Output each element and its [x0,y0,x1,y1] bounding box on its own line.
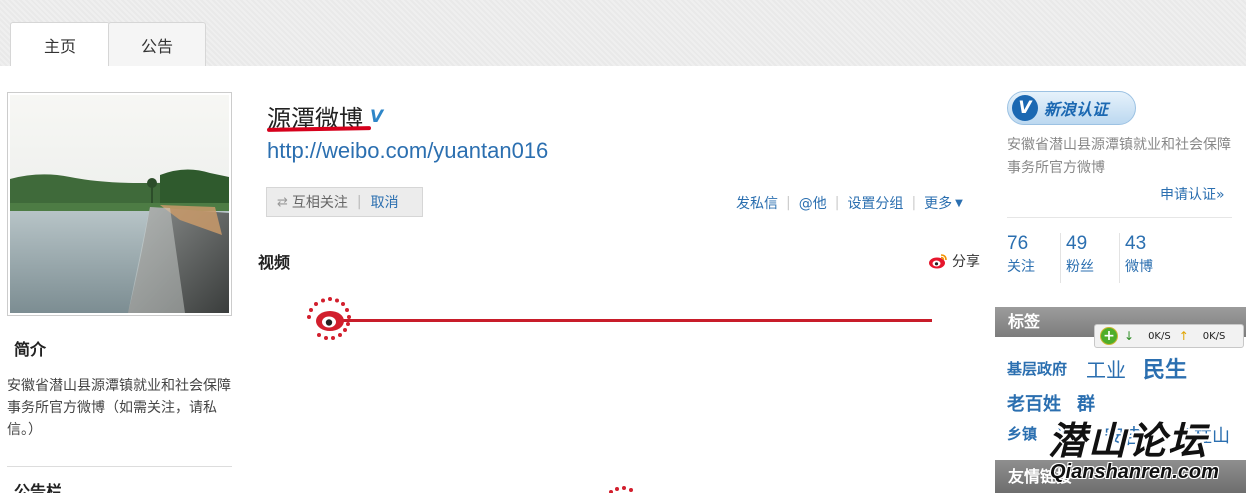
download-arrow-icon: ↓ [1124,329,1135,343]
follow-separator: | [356,194,362,210]
upload-speed: 0K/S [1202,330,1226,342]
profile-photo[interactable] [7,92,232,316]
tag-link[interactable]: 基层政府 [1007,358,1067,379]
mention-button[interactable]: @他 [799,193,827,213]
stat-number: 49 [1066,233,1088,254]
share-button[interactable]: 分享 [928,251,980,271]
more-button[interactable]: 更多 [924,193,952,213]
share-label: 分享 [952,254,980,270]
upload-arrow-icon: ↑ [1178,329,1189,343]
cancel-follow-button[interactable]: 取消 [371,192,399,212]
profile-photo-image [10,95,229,313]
stat-label: 粉丝 [1066,259,1094,275]
video-player-progress-line [340,319,932,322]
weibo-share-icon [929,254,947,269]
action-separator: | [786,195,791,211]
stat-separator [1119,233,1120,283]
intro-text: 安徽省潜山县源潭镇就业和社会保障事务所官方微博（如需关注，请私信。） [7,378,231,438]
profile-url-link[interactable]: http://weibo.com/yuantan016 [267,138,548,164]
apply-verification-link[interactable]: 申请认证» [1160,184,1225,204]
plus-icon[interactable]: + [1100,327,1118,345]
verified-v-icon: V [1012,95,1038,121]
stat-separator [1060,233,1061,283]
follow-status-box: ⇄ 互相关注 | 取消 [266,187,423,217]
profile-actions: 发私信 | @他 | 设置分组 | 更多 ▼ [736,193,963,213]
video-section-title: 视频 [258,253,291,272]
verified-icon[interactable]: V [370,107,383,127]
stat-number: 43 [1125,233,1147,254]
tab-home[interactable]: 主页 [10,22,110,66]
verified-badge-label: 新浪认证 [1044,100,1109,119]
board-title: 公告栏 [14,482,63,493]
stat-following[interactable]: 76 关注 [1007,233,1035,276]
watermark-logo-text: 潜山论坛 [1048,419,1209,463]
mutual-follow-icon: ⇄ [277,194,288,210]
tab-announcement[interactable]: 公告 [108,22,206,66]
weibo-eye-logo-icon [307,297,351,340]
loading-indicator-icon [609,486,633,493]
top-bar: 主页 公告 [0,0,1246,66]
tag-link[interactable]: 民生 [1143,352,1187,384]
mutual-follow-label: 互相关注 [291,195,348,211]
download-speed: 0K/S [1148,330,1171,342]
stat-number: 76 [1007,233,1029,254]
right-divider [1007,217,1232,218]
verified-description: 安徽省潜山县源潭镇就业和社会保障事务所官方微博 [1007,137,1231,176]
tag-link[interactable]: 乡镇 [1007,423,1037,444]
action-separator: | [911,195,917,211]
stat-weibo-count[interactable]: 43 微博 [1125,233,1153,276]
send-message-button[interactable]: 发私信 [736,193,778,213]
set-group-button[interactable]: 设置分组 [847,193,903,213]
left-divider [7,466,232,467]
action-separator: | [834,195,840,211]
sina-verified-badge[interactable]: V 新浪认证 [1007,91,1136,125]
intro-title: 简介 [14,340,47,359]
watermark-domain: Qianshanren.com [1050,461,1219,483]
stat-label: 微博 [1125,259,1153,275]
stat-followers[interactable]: 49 粉丝 [1066,233,1094,276]
tag-link[interactable]: 工业 [1086,354,1126,383]
network-speed-widget[interactable]: + ↓ 0K/S ↑ 0K/S [1094,324,1244,348]
stat-label: 关注 [1007,259,1035,275]
chevron-down-icon[interactable]: ▼ [955,198,963,209]
